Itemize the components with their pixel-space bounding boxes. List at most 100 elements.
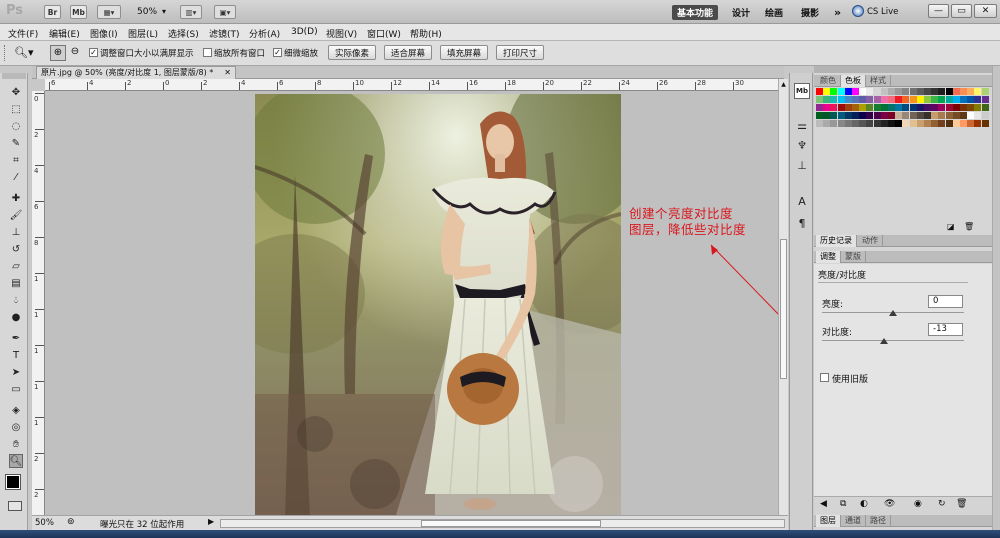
workspace-design[interactable]: 设计 (727, 5, 755, 20)
swatch-color[interactable] (938, 104, 946, 111)
swatch-color[interactable] (816, 88, 823, 95)
swatch-color[interactable] (859, 104, 867, 111)
horizontal-scrollbar[interactable] (220, 519, 785, 528)
swatch-color[interactable] (909, 96, 917, 103)
swatch-color[interactable] (924, 96, 931, 103)
maximize-button[interactable]: ▭ (951, 4, 972, 18)
swatch-color[interactable] (931, 96, 939, 103)
legacy-checkbox[interactable] (820, 373, 829, 382)
3d-orbit-tool-icon[interactable]: ◎ (9, 420, 23, 434)
swatch-color[interactable] (945, 96, 953, 103)
menu-3d[interactable]: 3D(D) (291, 27, 318, 37)
tab-layers[interactable]: 图层 (816, 515, 841, 527)
swatch-color[interactable] (852, 88, 859, 95)
menu-layer[interactable]: 图层(L) (128, 27, 158, 40)
contrast-input[interactable]: -13 (928, 323, 963, 336)
swatch-color[interactable] (888, 104, 895, 111)
swatch-color[interactable] (967, 88, 975, 95)
tab-styles[interactable]: 样式 (866, 75, 891, 87)
menu-window[interactable]: 窗口(W) (367, 27, 401, 40)
swatch-color[interactable] (960, 120, 967, 127)
scrubby-zoom-checkbox[interactable]: ✓ (273, 48, 282, 57)
paragraph-icon[interactable]: ¶ (794, 215, 810, 231)
menu-image[interactable]: 图像(I) (90, 27, 118, 40)
swatch-color[interactable] (866, 96, 874, 103)
delete-swatch-icon[interactable]: 🗑︎ (964, 222, 974, 231)
swatch-color[interactable] (952, 96, 960, 103)
swatch-color[interactable] (945, 112, 953, 119)
swatch-color[interactable] (931, 120, 939, 127)
marquee-tool-icon[interactable]: ⬚ (9, 102, 23, 116)
lasso-tool-icon[interactable]: ◌ (9, 119, 23, 133)
swatch-color[interactable] (909, 120, 917, 127)
swatch-color[interactable] (960, 88, 967, 95)
swatch-color[interactable] (823, 112, 831, 119)
vertical-scrollbar[interactable]: ▲ (778, 79, 788, 515)
swatch-color[interactable] (823, 120, 831, 127)
swatch-color[interactable] (981, 120, 989, 127)
swatch-color[interactable] (830, 104, 838, 111)
new-swatch-icon[interactable]: ◪ (947, 222, 955, 231)
swatch-color[interactable] (837, 88, 845, 95)
swatch-color[interactable] (981, 104, 989, 111)
arrange-documents-icon[interactable]: ▥▾ (180, 5, 202, 19)
swatch-color[interactable] (830, 112, 838, 119)
character-icon[interactable]: A (794, 193, 810, 209)
actual-pixels-button[interactable]: 实际像素 (328, 45, 376, 60)
rectangle-tool-icon[interactable]: ▭ (9, 382, 23, 396)
blur-tool-icon[interactable]: 💧︎ (9, 293, 23, 307)
swatch-color[interactable] (981, 88, 989, 95)
menu-edit[interactable]: 编辑(E) (49, 27, 80, 40)
tab-actions[interactable]: 动作 (858, 235, 883, 247)
back-icon[interactable]: ◀ (820, 499, 827, 509)
hand-tool-icon[interactable]: ✋︎ (9, 437, 23, 451)
swatch-color[interactable] (974, 88, 982, 95)
pen-tool-icon[interactable]: ✒ (9, 331, 23, 345)
swatch-color[interactable] (859, 88, 867, 95)
delete-adjustment-icon[interactable]: 🗑︎ (956, 499, 967, 509)
swatch-color[interactable] (888, 96, 895, 103)
swatch-color[interactable] (830, 120, 838, 127)
swatch-color[interactable] (866, 104, 874, 111)
adjustments-icon[interactable]: ⚌ (794, 117, 810, 133)
swatch-color[interactable] (837, 112, 845, 119)
swatch-color[interactable] (952, 112, 960, 119)
3d-rotate-tool-icon[interactable]: ◈ (9, 403, 23, 417)
swatch-color[interactable] (974, 104, 982, 111)
swatch-color[interactable] (945, 88, 953, 95)
swatch-color[interactable] (844, 112, 852, 119)
close-tab-icon[interactable]: ✕ (224, 67, 231, 79)
swatch-color[interactable] (852, 112, 859, 119)
swatch-color[interactable] (952, 120, 960, 127)
swatch-color[interactable] (916, 120, 924, 127)
swatch-color[interactable] (859, 96, 867, 103)
swatch-color[interactable] (844, 104, 852, 111)
swatch-color[interactable] (880, 120, 888, 127)
swatch-color[interactable] (866, 112, 874, 119)
swatch-color[interactable] (931, 112, 939, 119)
screen-mode-icon[interactable]: ▣▾ (214, 5, 236, 19)
zoom-tool-icon[interactable]: 🔍︎ (9, 454, 23, 468)
swatch-color[interactable] (960, 96, 967, 103)
scroll-up-arrow-icon[interactable]: ▲ (779, 81, 788, 89)
view-previous-icon[interactable]: ◉ (914, 499, 922, 509)
swatch-color[interactable] (844, 120, 852, 127)
swatch-color[interactable] (960, 112, 967, 119)
swatch-color[interactable] (816, 96, 823, 103)
zoom-out-icon[interactable]: ⊖ (67, 45, 83, 61)
crop-tool-icon[interactable]: ⌗ (9, 153, 23, 167)
swatch-color[interactable] (916, 88, 924, 95)
swatch-color[interactable] (844, 96, 852, 103)
dodge-tool-icon[interactable]: ● (9, 310, 23, 324)
brush-tool-icon[interactable]: 🖌︎ (9, 208, 23, 222)
swatch-color[interactable] (873, 96, 881, 103)
swatch-color[interactable] (967, 120, 975, 127)
tab-paths[interactable]: 路径 (866, 515, 891, 527)
swatch-color[interactable] (837, 96, 845, 103)
cs-live-button[interactable]: CS Live (867, 7, 898, 17)
panel-scrollbar[interactable] (992, 66, 1000, 538)
brightness-slider-thumb[interactable] (889, 310, 897, 316)
swatch-color[interactable] (859, 120, 867, 127)
workspace-essentials[interactable]: 基本功能 (672, 5, 719, 20)
path-selection-tool-icon[interactable]: ➤ (9, 365, 23, 379)
